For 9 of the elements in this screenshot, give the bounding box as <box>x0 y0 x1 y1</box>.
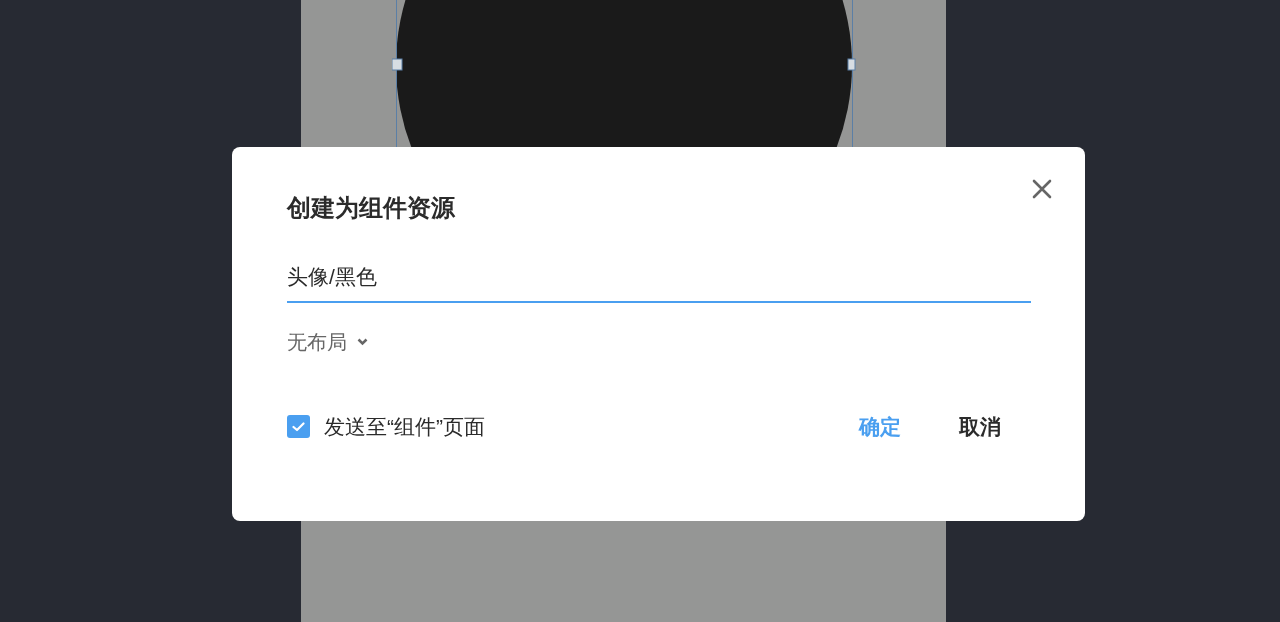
checkbox[interactable] <box>287 415 310 439</box>
dialog-title: 创建为组件资源 <box>287 193 455 223</box>
cancel-button[interactable]: 取消 <box>959 411 1001 443</box>
name-field[interactable]: 头像/黑色 <box>287 261 1031 303</box>
layout-dropdown[interactable]: 无布局 <box>287 327 368 357</box>
check-icon <box>292 421 305 432</box>
caret-icon <box>357 338 368 346</box>
checkbox-label: 发送至“组件”页面 <box>324 414 485 440</box>
close-icon[interactable] <box>1032 179 1052 199</box>
